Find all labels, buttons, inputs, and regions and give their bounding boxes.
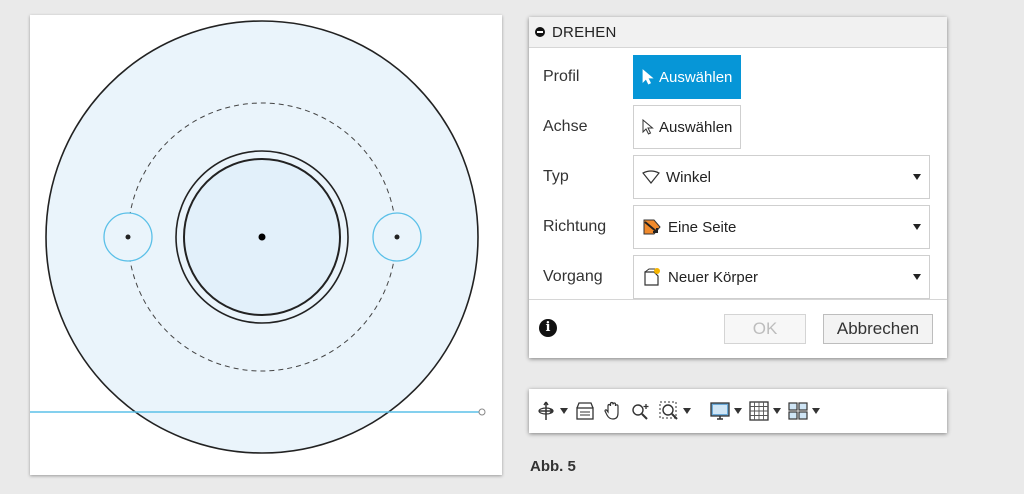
viewports-icon bbox=[788, 402, 808, 420]
chevron-down-icon bbox=[560, 408, 568, 414]
profile-select-label: Auswählen bbox=[659, 68, 733, 86]
dialog-header[interactable]: DREHEN bbox=[529, 17, 947, 48]
left-hole-center[interactable] bbox=[125, 234, 131, 240]
cancel-button[interactable]: Abbrechen bbox=[823, 314, 933, 344]
direction-dropdown-value: Eine Seite bbox=[668, 218, 737, 236]
zoom-window-button[interactable] bbox=[658, 396, 691, 426]
angle-icon bbox=[642, 170, 660, 184]
row-axis: Achse Auswählen bbox=[529, 102, 947, 152]
display-settings-button[interactable] bbox=[709, 396, 742, 426]
direction-dropdown[interactable]: Eine Seite bbox=[633, 205, 930, 249]
operation-dropdown-value: Neuer Körper bbox=[668, 268, 759, 286]
sketch-canvas[interactable] bbox=[30, 15, 502, 475]
chevron-down-icon bbox=[683, 408, 691, 414]
grid-settings-button[interactable] bbox=[748, 396, 781, 426]
axis-label: Achse bbox=[543, 118, 588, 135]
chevron-down-icon bbox=[734, 408, 742, 414]
profile-select-button[interactable]: Auswählen bbox=[633, 55, 742, 99]
direction-label: Richtung bbox=[543, 218, 607, 235]
axis-select-label: Auswählen bbox=[659, 118, 733, 136]
zoom-icon bbox=[632, 404, 649, 420]
orbit-button[interactable] bbox=[535, 396, 568, 426]
operation-label: Vorgang bbox=[543, 268, 603, 285]
dialog-title: DREHEN bbox=[552, 23, 617, 41]
profile-label: Profil bbox=[543, 68, 580, 85]
info-icon[interactable]: i bbox=[539, 319, 557, 337]
row-direction: Richtung Eine Seite bbox=[529, 202, 947, 252]
chevron-down-icon bbox=[913, 174, 921, 180]
orbit-icon bbox=[538, 401, 554, 420]
zoom-window-icon bbox=[659, 401, 678, 420]
type-dropdown[interactable]: Winkel bbox=[633, 155, 930, 199]
dialog-footer: i OK Abbrechen bbox=[529, 299, 947, 358]
type-dropdown-value: Winkel bbox=[666, 168, 712, 186]
zoom-button[interactable] bbox=[630, 396, 652, 426]
collapse-icon[interactable] bbox=[535, 27, 545, 37]
viewports-button[interactable] bbox=[787, 396, 820, 426]
look-at-icon bbox=[576, 402, 594, 420]
one-side-direction-icon bbox=[643, 219, 661, 235]
ok-button[interactable]: OK bbox=[724, 314, 806, 344]
navigation-toolbar bbox=[529, 389, 947, 433]
right-hole-center[interactable] bbox=[394, 234, 400, 240]
axis-select-button[interactable]: Auswählen bbox=[633, 105, 742, 149]
display-settings-icon bbox=[710, 402, 730, 420]
axis-line-endpoint[interactable] bbox=[478, 408, 486, 416]
cursor-arrow-icon bbox=[642, 69, 654, 85]
look-at-button[interactable] bbox=[574, 396, 596, 426]
grid-icon bbox=[749, 401, 769, 421]
operation-dropdown[interactable]: Neuer Körper bbox=[633, 255, 930, 299]
figure-caption: Abb. 5 bbox=[530, 458, 576, 475]
type-label: Typ bbox=[543, 168, 569, 185]
center-point[interactable] bbox=[258, 233, 266, 241]
row-operation: Vorgang Neuer Körper bbox=[529, 252, 947, 302]
row-type: Typ Winkel bbox=[529, 152, 947, 202]
new-body-icon bbox=[644, 268, 660, 286]
pan-button[interactable] bbox=[602, 396, 624, 426]
chevron-down-icon bbox=[812, 408, 820, 414]
chevron-down-icon bbox=[913, 274, 921, 280]
cursor-arrow-icon bbox=[642, 119, 654, 135]
revolve-dialog: DREHEN Profil Auswählen Achse Auswählen … bbox=[529, 17, 947, 358]
chevron-down-icon bbox=[773, 408, 781, 414]
pan-hand-icon bbox=[604, 401, 619, 420]
chevron-down-icon bbox=[913, 224, 921, 230]
row-profile: Profil Auswählen bbox=[529, 52, 947, 102]
